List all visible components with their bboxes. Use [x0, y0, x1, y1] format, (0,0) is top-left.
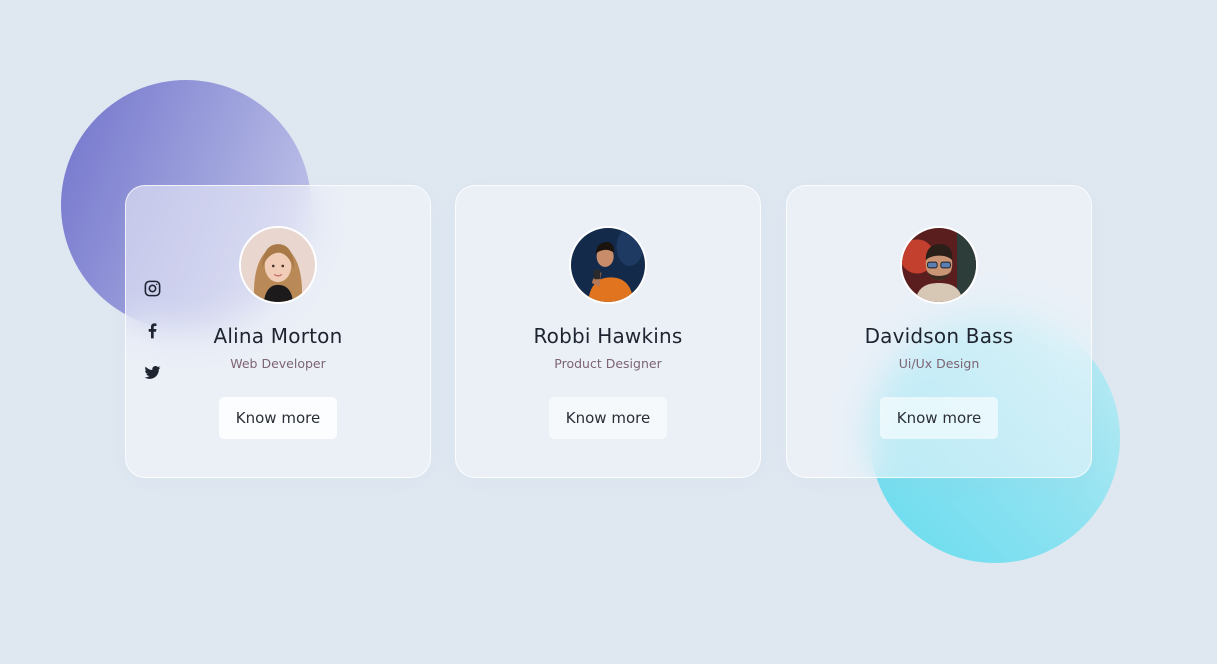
profile-card-davidson-bass: Davidson Bass Ui/Ux Design Know more [786, 185, 1092, 478]
profile-card-alina-morton: Alina Morton Web Developer Know more [125, 185, 431, 478]
profile-name: Alina Morton [213, 324, 343, 348]
know-more-button[interactable]: Know more [880, 397, 998, 439]
profile-name: Davidson Bass [864, 324, 1014, 348]
profile-card-robbi-hawkins: Robbi Hawkins Product Designer Know more [455, 185, 761, 478]
avatar-robbi-hawkins [569, 226, 647, 304]
avatar-davidson-bass [900, 226, 978, 304]
profile-role: Ui/Ux Design [898, 356, 980, 371]
instagram-icon[interactable] [139, 275, 165, 301]
profile-role: Web Developer [230, 356, 326, 371]
know-more-button[interactable]: Know more [549, 397, 667, 439]
profile-role: Product Designer [554, 356, 662, 371]
profile-name: Robbi Hawkins [533, 324, 683, 348]
avatar-alina-morton [239, 226, 317, 304]
know-more-button[interactable]: Know more [219, 397, 337, 439]
